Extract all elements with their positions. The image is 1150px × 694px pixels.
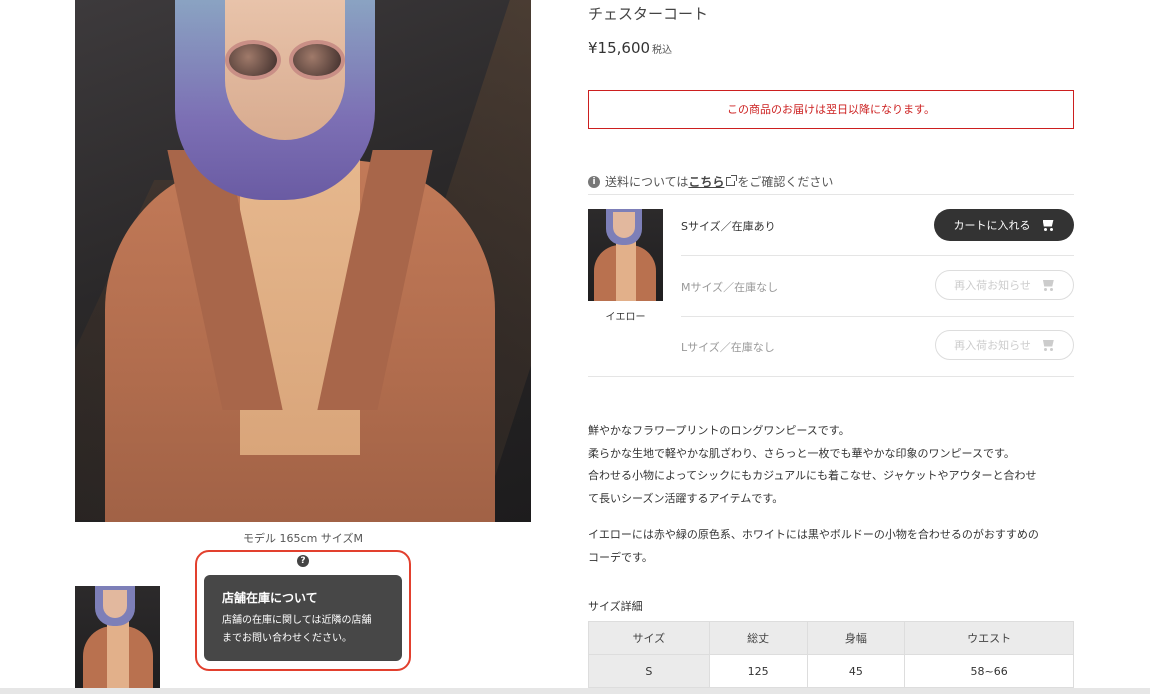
table-header: ウエスト xyxy=(904,621,1074,655)
add-to-cart-label: カートに入れる xyxy=(953,219,1031,232)
description-line: 合わせる小物によってシックにもカジュアルにも着こなせ、ジャケットやアウターと合わ… xyxy=(588,469,1037,482)
divider xyxy=(681,255,1074,256)
shipping-link[interactable]: こちら xyxy=(688,173,724,190)
description-line: イエローには赤や緑の原色系、ホワイトには黒やボルドーの小物を合わせるのがおすすめ… xyxy=(588,528,1039,541)
price-value: ¥15,600 xyxy=(588,39,651,57)
tooltip-body-line: までお問い合わせください。 xyxy=(222,633,352,644)
table-header-row: サイズ 総丈 身幅 ウエスト xyxy=(588,621,1074,655)
tooltip-body: 店舗の在庫に関しては近隣の店舗 までお問い合わせください。 xyxy=(222,612,386,648)
variant-color-name: イエロー xyxy=(605,312,646,323)
external-link-icon[interactable] xyxy=(726,175,738,186)
table-header: 総丈 xyxy=(708,621,808,655)
shipping-prefix: 送料については xyxy=(605,175,689,189)
table-cell: 125 xyxy=(708,654,808,688)
divider xyxy=(681,316,1074,317)
size-m-stock-label: Mサイズ／在庫なし xyxy=(681,281,779,294)
table-cell: S xyxy=(588,654,710,688)
add-to-cart-button[interactable]: カートに入れる xyxy=(934,209,1074,241)
gallery-thumbnail[interactable] xyxy=(75,586,160,694)
size-detail-table: サイズ 総丈 身幅 ウエスト S 125 45 58~66 xyxy=(588,621,1074,688)
table-row: S 125 45 58~66 xyxy=(588,654,1074,688)
description-paragraph: イエローには赤や緑の原色系、ホワイトには黒やボルドーの小物を合わせるのがおすすめ… xyxy=(588,524,1074,569)
store-stock-tooltip: 店舗在庫について 店舗の在庫に関しては近隣の店舗 までお問い合わせください。 xyxy=(204,575,402,661)
delivery-notice: この商品のお届けは翌日以降になります。 xyxy=(588,90,1074,129)
description-line: 鮮やかなフラワープリントのロングワンピースです。 xyxy=(588,424,850,437)
description-line: 柔らかな生地で軽やかな肌ざわり、さらっと一枚でも華やかな印象のワンピースです。 xyxy=(588,446,1015,460)
tooltip-title: 店舗在庫について xyxy=(222,591,318,605)
page-bottom-bar xyxy=(0,688,1150,694)
shipping-suffix: をご確認ください xyxy=(737,175,834,189)
photo-sunglasses xyxy=(225,40,345,80)
divider xyxy=(588,376,1074,377)
cart-icon xyxy=(1041,280,1055,291)
product-price: ¥15,600 税込 xyxy=(588,39,672,57)
size-s-stock-label: Sサイズ／在庫あり xyxy=(681,220,776,233)
description-line: て長いシーズン活躍するアイテムです。 xyxy=(588,491,784,505)
restock-notify-button-l[interactable]: 再入荷お知らせ xyxy=(935,330,1074,360)
restock-notify-button-m[interactable]: 再入荷お知らせ xyxy=(935,270,1074,300)
shipping-info: i 送料については こちら をご確認ください xyxy=(588,173,833,190)
model-caption: モデル 165cm サイズM xyxy=(243,532,363,545)
cart-icon xyxy=(1041,220,1055,231)
product-description: 鮮やかなフラワープリントのロングワンピースです。 柔らかな生地で軽やかな肌ざわり… xyxy=(588,420,1074,583)
restock-notify-label: 再入荷お知らせ xyxy=(954,279,1031,292)
product-title: チェスターコート xyxy=(588,5,709,23)
tax-label: 税込 xyxy=(652,45,673,56)
size-l-stock-label: Lサイズ／在庫なし xyxy=(681,341,775,354)
table-header: サイズ xyxy=(588,621,710,655)
info-icon: i xyxy=(588,175,600,188)
cart-icon xyxy=(1041,340,1055,351)
size-detail-title: サイズ詳細 xyxy=(588,600,643,613)
description-line: コーデです。 xyxy=(588,550,653,564)
divider xyxy=(588,194,1074,195)
variant-color-image[interactable] xyxy=(588,209,663,301)
table-cell: 58~66 xyxy=(904,654,1074,688)
table-header: 身幅 xyxy=(806,621,906,655)
main-product-image[interactable] xyxy=(75,0,531,522)
description-paragraph: 鮮やかなフラワープリントのロングワンピースです。 柔らかな生地で軽やかな肌ざわり… xyxy=(588,420,1074,510)
table-cell: 45 xyxy=(806,654,906,688)
tooltip-body-line: 店舗の在庫に関しては近隣の店舗 xyxy=(222,615,372,626)
restock-notify-label: 再入荷お知らせ xyxy=(954,339,1031,352)
